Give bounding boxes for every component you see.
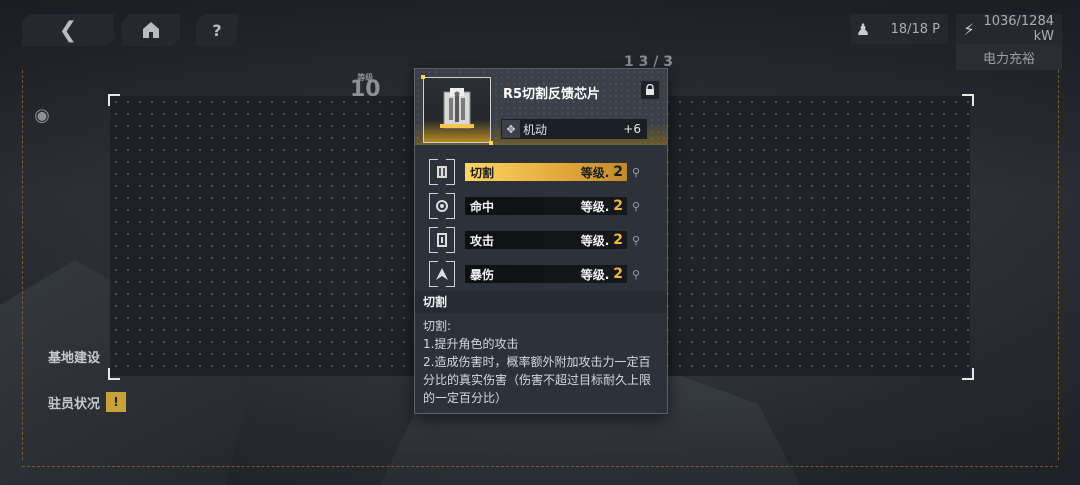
population-value: 18/18 P: [890, 21, 940, 37]
skill-level-value: 2: [613, 198, 623, 214]
main-stat-row: ✥ 机动 +6: [501, 119, 647, 139]
attack-skill-icon: [429, 227, 455, 253]
cut-skill-icon: [429, 159, 455, 185]
population-indicator: ♟ 18/18 P: [850, 14, 948, 44]
alert-badge-icon: !: [106, 392, 127, 412]
lightning-icon: ⚡: [963, 19, 975, 39]
view-toggle-icon[interactable]: ◉: [30, 104, 54, 128]
description-line: 切割:: [423, 319, 452, 333]
lock-button[interactable]: [641, 81, 659, 99]
skill-row-attack[interactable]: 攻击 等级. 2 ⚲: [415, 223, 667, 257]
skill-bar: 命中 等级. 2: [465, 197, 627, 215]
skill-row-crit-damage[interactable]: 暴伤 等级. 2 ⚲: [415, 257, 667, 291]
power-charge-button[interactable]: 电力充裕: [956, 44, 1062, 70]
chip-title: R5切割反馈芯片: [503, 87, 601, 102]
skill-bar: 攻击 等级. 2: [465, 231, 627, 249]
skill-level-label: 等级.: [580, 267, 610, 282]
frame-line: [1058, 70, 1059, 460]
back-button[interactable]: ❮: [22, 14, 114, 46]
main-stat-value: +6: [623, 122, 641, 136]
mobility-icon: ✥: [502, 120, 520, 138]
main-stat-name: 机动: [523, 122, 548, 137]
skill-name: 切割: [470, 165, 495, 180]
frame-line: [22, 466, 1058, 467]
description-body: 切割: 1.提升角色的攻击 2.造成伤害时，概率额外附加攻击力一定百分比的真实伤…: [423, 317, 661, 407]
magnify-icon[interactable]: ⚲: [629, 267, 643, 281]
skill-level-value: 2: [613, 266, 623, 282]
home-icon: [141, 21, 161, 39]
hit-skill-icon: [429, 193, 455, 219]
panel-corner: [108, 368, 120, 380]
magnify-icon[interactable]: ⚲: [629, 199, 643, 213]
back-chevron-icon: ❮: [58, 17, 78, 43]
panel-corner: [108, 94, 120, 106]
skill-name: 命中: [470, 199, 495, 214]
top-bar: ❮ ? ♟ 18/18 P ⚡ 1036/1284 kW: [0, 0, 1080, 62]
description-line: 2.造成伤害时，概率额外附加攻击力一定百分比的真实伤害（伤害不超过目标耐久上限的…: [423, 355, 652, 405]
person-icon: ♟: [855, 19, 871, 39]
skill-row-cut[interactable]: 切割 等级. 2 ⚲: [415, 155, 667, 189]
skill-level-label: 等级.: [580, 199, 610, 214]
power-value: 1036/1284 kW: [983, 14, 1054, 44]
home-button[interactable]: [122, 14, 180, 46]
staff-status-button[interactable]: 驻员状况 !: [48, 386, 127, 418]
skill-level-label: 等级.: [580, 233, 610, 248]
skill-name: 暴伤: [470, 267, 495, 282]
question-icon: ?: [212, 20, 222, 40]
base-construction-button[interactable]: 基地建设: [48, 340, 100, 372]
skill-level-label: 等级.: [580, 165, 610, 180]
skill-bar: 暴伤 等级. 2: [465, 265, 627, 283]
skill-level-value: 2: [613, 232, 623, 248]
skill-bar: 切割 等级. 2: [465, 163, 627, 181]
skill-row-hit[interactable]: 命中 等级. 2 ⚲: [415, 189, 667, 223]
staff-status-label: 驻员状况: [48, 396, 101, 412]
description-line: 1.提升角色的攻击: [423, 337, 519, 351]
frame-line: [22, 70, 23, 460]
crit-damage-skill-icon: [429, 261, 455, 287]
chip-icon: [440, 88, 474, 129]
lock-icon: [646, 84, 654, 95]
panel-corner: [962, 94, 974, 106]
magnify-icon[interactable]: ⚲: [629, 165, 643, 179]
panel-corner: [962, 368, 974, 380]
skill-name: 攻击: [470, 233, 495, 248]
base-construction-label: 基地建设: [48, 350, 101, 366]
skill-level-value: 2: [613, 164, 623, 180]
skill-list: 切割 等级. 2 ⚲ 命中 等级. 2 ⚲ 攻击 等级. 2 ⚲ 暴伤 等级. …: [415, 155, 667, 291]
help-button[interactable]: ?: [196, 14, 238, 46]
magnify-icon[interactable]: ⚲: [629, 233, 643, 247]
power-indicator: ⚡ 1036/1284 kW: [956, 14, 1062, 44]
chip-thumbnail: [421, 75, 493, 145]
description-title: 切割: [415, 291, 667, 313]
chip-header: R5切割反馈芯片 ✥ 机动 +6: [415, 69, 667, 145]
chip-detail-card: R5切割反馈芯片 ✥ 机动 +6 切割 等级. 2 ⚲ 命中 等级. 2 ⚲ 攻…: [414, 68, 668, 414]
